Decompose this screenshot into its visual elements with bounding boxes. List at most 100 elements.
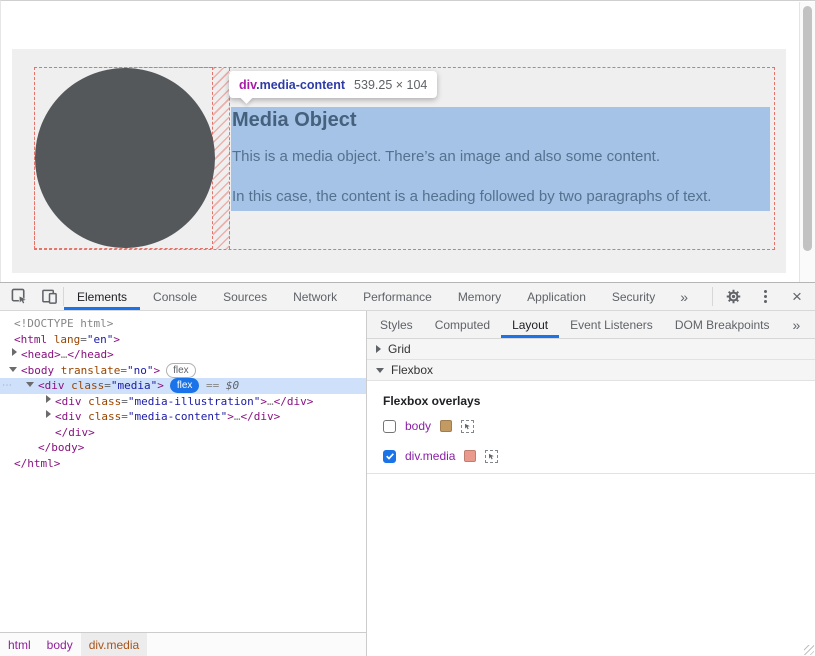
more-tabs-chevron[interactable]: » [668,283,700,310]
elements-tree-pane: <!DOCTYPE html><html lang="en"><head>…</… [0,311,366,656]
code-token: </div> [240,410,280,423]
expand-arrow-down-icon[interactable] [26,382,34,387]
flex-badge[interactable]: flex [166,363,196,378]
grid-section-header[interactable]: Grid [367,339,815,360]
sidebar-tabs: Styles Computed Layout Event Listeners D… [367,311,815,339]
code-token: = [120,364,127,377]
overflow-dots: ⋯ [2,378,11,394]
device-toolbar-icon[interactable] [39,287,59,307]
code-token: lang [47,333,80,346]
tree-row[interactable]: <html lang="en"> [0,332,366,348]
inspect-element-icon[interactable] [9,287,29,307]
overlay-element-link[interactable]: body [405,419,431,433]
tab-application[interactable]: Application [514,283,599,310]
breadcrumb-div-media[interactable]: div.media [81,633,147,656]
tab-computed[interactable]: Computed [424,311,501,338]
flexbox-section-header[interactable]: Flexbox [367,360,815,381]
select-element-icon[interactable] [461,420,474,433]
code-token: class [65,379,105,392]
overlay-checkbox[interactable] [383,420,396,433]
code-token: <div [55,395,82,408]
chevron-right-icon [376,345,381,353]
breadcrumb-body[interactable]: body [39,633,81,656]
expand-arrow-right-icon[interactable] [46,395,51,403]
code-token: … [267,395,274,408]
code-token: class [82,410,122,423]
tree-row[interactable]: <div class="media-illustration">…</div> [0,394,366,410]
breadcrumb-html[interactable]: html [0,633,39,656]
overlay-color-swatch[interactable] [440,420,452,432]
tree-row[interactable]: <!DOCTYPE html> [0,316,366,332]
tab-layout[interactable]: Layout [501,311,559,338]
flex-badge[interactable]: flex [170,378,200,393]
code-token: "media" [111,379,157,392]
media-illustration-circle [35,68,215,248]
tab-console[interactable]: Console [140,283,210,310]
select-element-icon[interactable] [485,450,498,463]
element-inspect-tooltip: div.media-content 539.25 × 104 [229,71,437,98]
tab-event-listeners[interactable]: Event Listeners [559,311,664,338]
flex-gap-hatch-overlay [213,68,230,249]
code-token: = [121,395,128,408]
code-token: = [80,333,87,346]
close-icon[interactable]: × [787,287,807,307]
viewport-scrollbar[interactable] [799,2,815,283]
overlay-color-swatch[interactable] [464,450,476,462]
tree-row[interactable]: </div> [0,425,366,441]
media-paragraph-2: In this case, the content is a heading f… [232,188,711,205]
expand-arrow-down-icon[interactable] [9,367,17,372]
code-token: $0 [226,379,239,392]
code-token: > [227,410,234,423]
devtools-toolbar: Elements Console Sources Network Perform… [0,283,815,311]
sidebar-section-divider [367,473,815,474]
devtools-panel: Elements Console Sources Network Perform… [0,282,815,656]
code-token: </head> [67,348,113,361]
tab-performance[interactable]: Performance [350,283,445,310]
tab-network[interactable]: Network [280,283,350,310]
devtools-window: Media Object This is a media object. The… [0,0,815,656]
media-paragraph-1: This is a media object. There’s an image… [232,148,660,165]
code-token: </div> [55,426,95,439]
resize-grip[interactable] [804,645,814,655]
tab-security[interactable]: Security [599,283,668,310]
code-token: > [260,395,267,408]
tab-memory[interactable]: Memory [445,283,514,310]
code-token: = [121,410,128,423]
code-token: "no" [127,364,154,377]
code-token: "media-illustration" [128,395,260,408]
expand-arrow-right-icon[interactable] [46,410,51,418]
tooltip-selector: div.media-content [239,78,345,92]
code-token: > [157,379,164,392]
tree-row[interactable]: <head>…</head> [0,347,366,363]
browser-viewport: Media Object This is a media object. The… [0,0,815,282]
code-token: == [199,379,226,392]
breadcrumb: html body div.media [0,632,366,656]
tree-row[interactable]: <body translate="no">flex [0,363,366,379]
tab-elements[interactable]: Elements [64,283,140,310]
styles-sidebar: Styles Computed Layout Event Listeners D… [367,311,815,656]
tree-row[interactable]: ⋯<div class="media">flex == $0 [0,378,366,394]
code-token: <head> [21,348,61,361]
tree-row[interactable]: </html> [0,456,366,472]
overlay-checkbox[interactable] [383,450,396,463]
code-token: <body [21,364,54,377]
settings-gear-icon[interactable] [723,287,743,307]
code-token: </html> [14,457,60,470]
menu-dots-icon[interactable] [755,287,775,307]
code-token: "en" [87,333,114,346]
code-token: class [82,395,122,408]
code-token: > [153,364,160,377]
tree-row[interactable]: </body> [0,440,366,456]
tree-row[interactable]: <div class="media-content">…</div> [0,409,366,425]
tab-dom-breakpoints[interactable]: DOM Breakpoints [664,311,781,338]
grid-section-label: Grid [388,342,411,356]
dom-tree: <!DOCTYPE html><html lang="en"><head>…</… [0,311,366,471]
more-sidebar-tabs-chevron[interactable]: » [781,311,813,338]
code-token: <div [55,410,82,423]
expand-arrow-right-icon[interactable] [12,348,17,356]
overlay-element-link[interactable]: div.media [405,449,455,463]
tab-sources[interactable]: Sources [210,283,280,310]
scrollbar-thumb[interactable] [803,6,812,251]
overlay-row-body: body [367,414,815,438]
tab-styles[interactable]: Styles [369,311,424,338]
